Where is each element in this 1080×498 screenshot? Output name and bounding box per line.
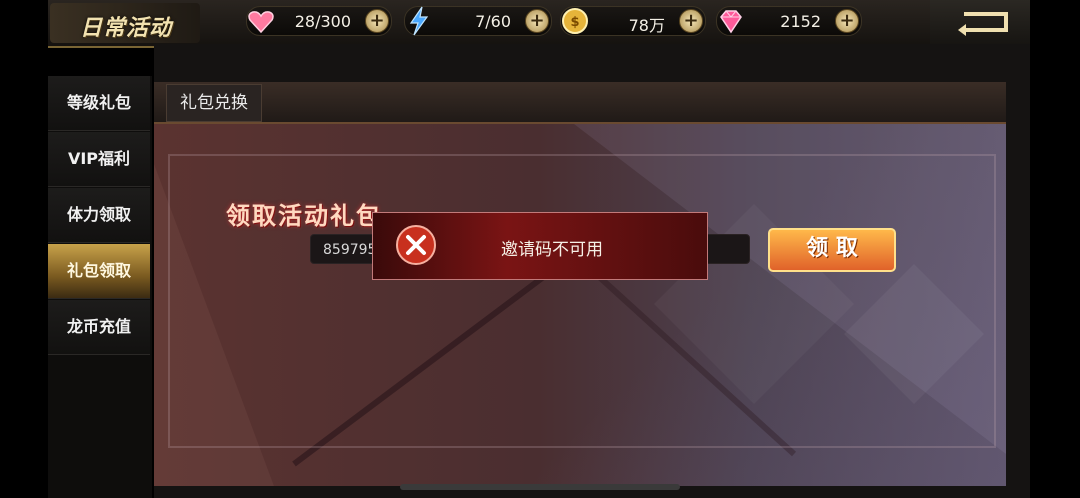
gold-coin-icon: $ [562, 8, 588, 34]
toast-message: 邀请码不可用 [501, 240, 603, 260]
tab-strip [154, 82, 1006, 124]
add-energy-button[interactable]: + [525, 9, 549, 33]
resource-diamonds: 2152 + [716, 6, 862, 36]
diamond-icon [720, 10, 742, 34]
add-hearts-button[interactable]: + [365, 9, 389, 33]
add-diamonds-button[interactable]: + [835, 9, 859, 33]
sidebar-item-vip-benefits[interactable]: VIP福利 [48, 132, 150, 187]
sidebar-item-dragon-coin-topup[interactable]: 龙币充值 [48, 300, 150, 355]
resource-value: 2152 [780, 12, 821, 31]
resource-energy: 7/60 + [404, 6, 552, 36]
home-indicator [400, 484, 680, 490]
game-screen: 日常活动 28/300 + 7/60 + $ 78万 + 2152 + 等级礼包… [0, 0, 1080, 498]
back-arrow-icon [958, 12, 1008, 36]
error-toast: 邀请码不可用 [372, 212, 708, 280]
svg-text:$: $ [570, 15, 579, 30]
error-x-icon [396, 225, 436, 265]
tab-gift-redeem[interactable]: 礼包兑换 [166, 84, 262, 122]
resource-value: 78万 [628, 16, 665, 35]
resource-value: 28/300 [294, 12, 351, 31]
resource-gold: $ 78万 + [560, 6, 706, 36]
page-title: 日常活动 [80, 16, 173, 41]
sidebar-item-stamina-claim[interactable]: 体力领取 [48, 188, 150, 243]
panel-heading: 领取活动礼包 [226, 202, 382, 230]
claim-button[interactable]: 领 取 [768, 228, 896, 272]
sidebar-item-level-gift[interactable]: 等级礼包 [48, 76, 150, 131]
add-gold-button[interactable]: + [679, 9, 703, 33]
back-button[interactable] [930, 0, 1030, 46]
heart-gem-icon [248, 11, 274, 34]
resource-stamina-hearts: 28/300 + [246, 6, 392, 36]
resource-value: 7/60 [475, 12, 511, 31]
sidebar-item-gift-claim[interactable]: 礼包领取 [48, 244, 150, 299]
lightning-icon [409, 6, 429, 36]
sidebar: 等级礼包 VIP福利 体力领取 礼包领取 龙币充值 [48, 76, 152, 498]
